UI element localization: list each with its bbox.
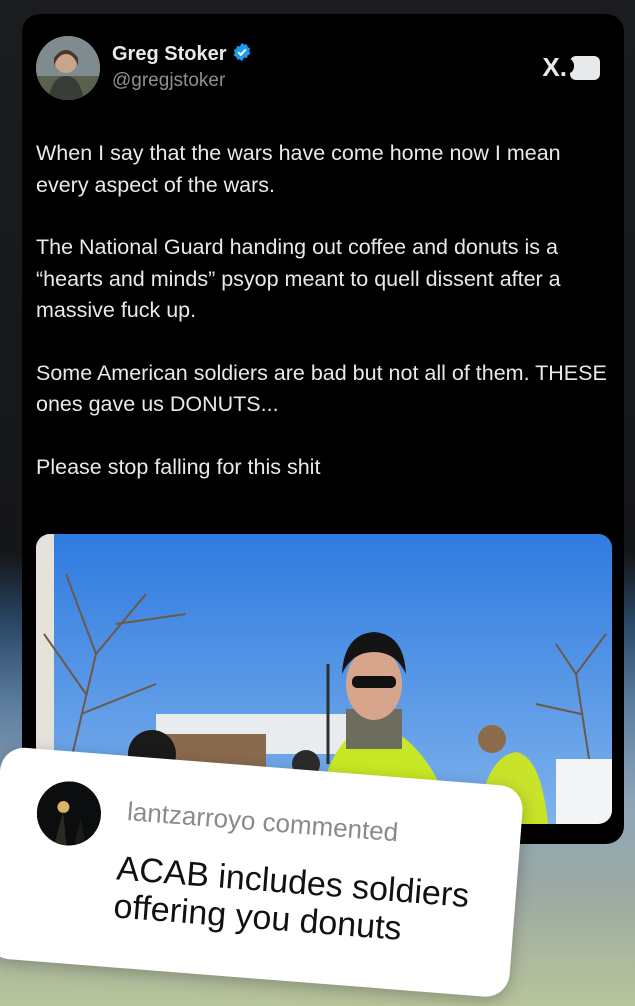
author-name[interactable]: Greg Stoker — [112, 43, 226, 66]
commenter-username[interactable]: lantzarroyo — [126, 796, 257, 836]
speech-bubble-icon — [564, 55, 600, 80]
tweet-paragraph: Please stop falling for this shit — [36, 454, 321, 479]
comment-reply-sticker: lantzarroyo commented ACAB includes sold… — [0, 746, 525, 999]
comment-action: commented — [261, 806, 400, 848]
commenter-avatar[interactable] — [34, 779, 104, 848]
tweet-card: Greg Stoker @gregjstoker X. When I say t… — [22, 14, 624, 844]
comment-text: ACAB includes soldiers offering you donu… — [112, 849, 471, 948]
verified-badge-icon — [232, 42, 252, 67]
x-logo-icon[interactable]: X. — [542, 52, 600, 83]
tweet-paragraph: The National Guard handing out coffee an… — [36, 235, 561, 322]
tweet-text: When I say that the wars have come home … — [36, 138, 610, 514]
author-handle[interactable]: @gregjstoker — [112, 70, 225, 92]
tweet-paragraph: When I say that the wars have come home … — [36, 141, 561, 197]
comment-header: lantzarroyo commented — [126, 796, 399, 848]
tweet-paragraph: Some American soldiers are bad but not a… — [36, 360, 607, 417]
author-avatar[interactable] — [36, 36, 100, 100]
